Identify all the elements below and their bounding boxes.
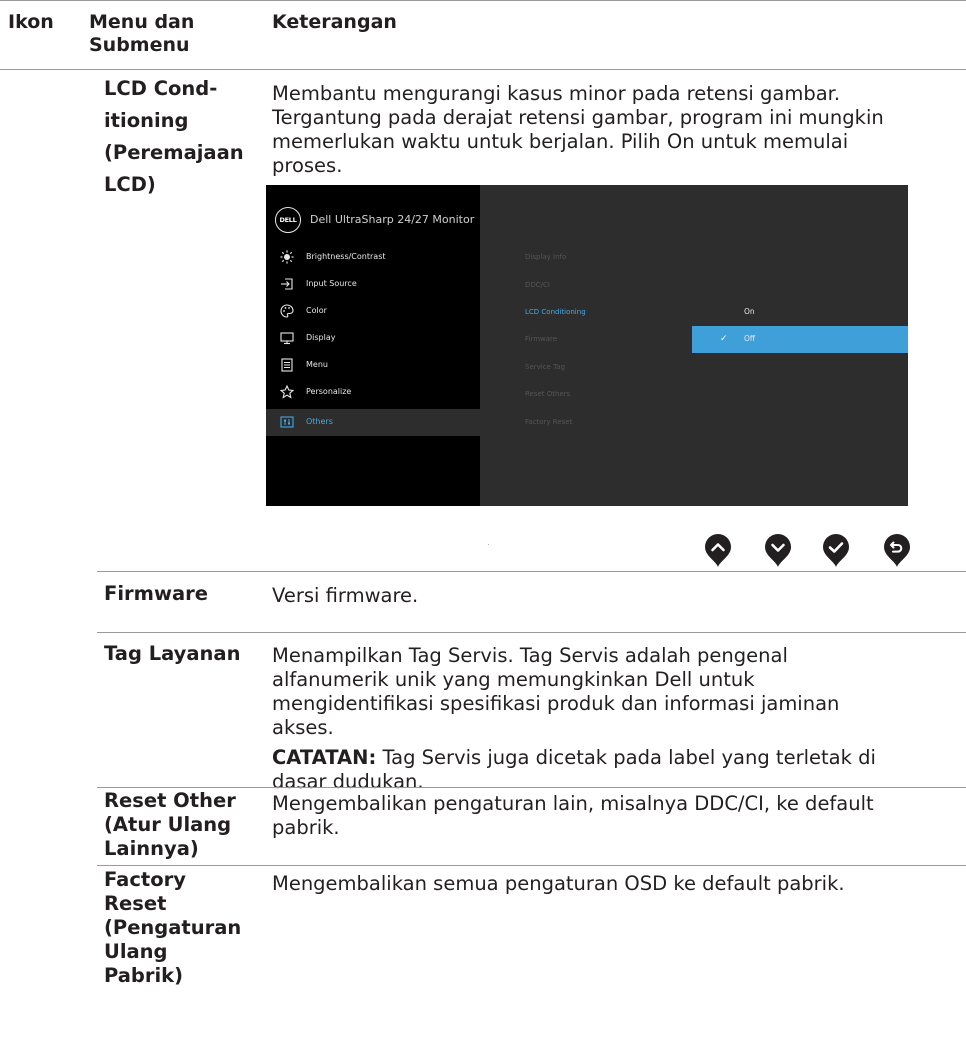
osd-submenu-reset-others[interactable]: Reset Others [525,389,570,399]
osd-submenu-firmware[interactable]: Firmware [525,334,557,344]
menu-icon [280,358,294,372]
top-rule [0,0,966,1]
down-arrow-button[interactable] [764,534,792,568]
description-reset-other: Mengembalikan pengaturan lain, misalnya … [272,792,874,839]
dell-logo: DELL [275,207,301,233]
submenu-factory-reset: Factory Reset (Pengaturan Ulang Pabrik) [104,868,242,987]
submenu-service-tag: Tag Layanan [104,642,241,665]
submenu-lcd-conditioning: LCD Cond- itioning (Peremajaan LCD) [104,77,244,196]
header-description: Keterangan [272,11,397,33]
description-lcd-conditioning: Membantu mengurangi kasus minor pada ret… [272,82,884,177]
osd-submenu-ddc-ci[interactable]: DDC/CI [525,280,550,290]
row-rule [97,571,966,572]
osd-submenu-lcd-conditioning[interactable]: LCD Conditioning [525,307,586,317]
row-rule [97,787,966,788]
osd-option-off[interactable]: ✓ Off [692,326,908,353]
submenu-reset-other: Reset Other (Atur Ulang Lainnya) [104,789,236,860]
description-service-tag: Menampilkan Tag Servis. Tag Servis adala… [272,644,840,739]
header-icon: Ikon [8,11,54,33]
down-arrow-icon [765,534,791,567]
description-firmware: Versi firmware. [272,584,419,607]
header-rule [0,69,966,70]
back-button[interactable] [883,534,911,568]
checkmark-icon: ✓ [720,334,728,344]
osd-menu-others[interactable]: Others [266,409,480,436]
others-icon [280,415,294,429]
color-palette-icon [280,304,294,318]
submenu-firmware: Firmware [104,582,208,605]
up-arrow-button[interactable] [704,534,732,568]
confirm-button[interactable] [822,534,850,568]
osd-screenshot: DELL Dell UltraSharp 24/27 Monitor Brigh… [266,185,908,506]
input-source-icon [280,277,294,291]
osd-submenu-factory-reset[interactable]: Factory Reset [525,417,572,427]
osd-menu-display[interactable]: Display [266,325,480,352]
osd-submenu-service-tag[interactable]: Service Tag [525,362,565,372]
osd-menu-menu[interactable]: Menu [266,352,480,379]
star-icon [279,384,295,399]
osd-main-menu: DELL Dell UltraSharp 24/27 Monitor Brigh… [266,185,480,506]
osd-menu-brightness-contrast[interactable]: Brightness/Contrast [266,244,480,271]
osd-menu-color[interactable]: Color [266,298,480,325]
osd-title: Dell UltraSharp 24/27 Monitor [310,213,475,226]
brightness-icon [280,250,294,264]
checkmark-icon [823,534,849,567]
back-icon [884,534,910,567]
up-arrow-icon [705,534,731,567]
display-icon [280,331,294,345]
row-rule [97,865,966,866]
osd-menu-personalize[interactable]: Personalize [266,379,480,406]
description-factory-reset: Mengembalikan semua pengaturan OSD ke de… [272,872,845,895]
stray-dot [488,544,489,545]
header-menu: Menu dan Submenu [89,11,195,56]
osd-submenu-display-info[interactable]: Display Info [525,252,566,262]
osd-menu-input-source[interactable]: Input Source [266,271,480,298]
row-rule [97,632,966,633]
osd-option-on[interactable]: On [692,299,908,326]
